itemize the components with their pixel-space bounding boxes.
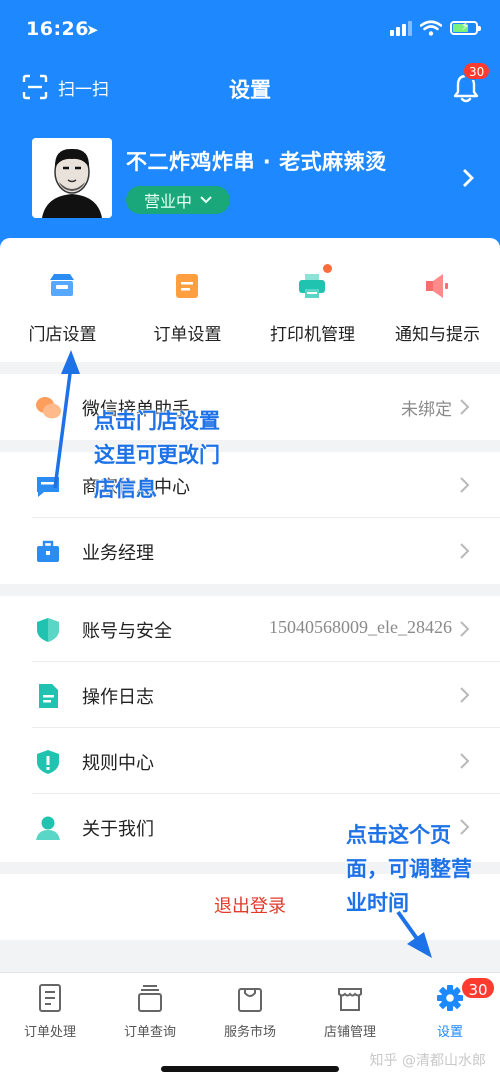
document-icon <box>39 684 58 708</box>
menu-group-account: 账号与安全 15040568009_ele_28426 操作日志 规则中心 关于… <box>0 596 500 862</box>
account-id: 15040568009_ele_28426 <box>269 617 452 637</box>
menu-group-wechat: 微信接单助手 未绑定 <box>0 374 500 440</box>
logout-button[interactable]: 退出登录 <box>0 874 500 940</box>
settings-tab-badge: 30 <box>460 976 496 1000</box>
menu-item-about-us[interactable]: 关于我们 <box>0 794 500 860</box>
store-name: 不二炸鸡炸串 · 老式麻辣烫 <box>126 150 387 174</box>
menu-item-account-security[interactable]: 账号与安全 15040568009_ele_28426 <box>0 596 500 662</box>
tab-order-query[interactable]: 订单查询 <box>100 983 200 1043</box>
status-bar: 16:26 ➤ ⚡ <box>0 14 500 48</box>
message-icon <box>37 477 59 497</box>
tab-label: 订单查询 <box>123 1025 176 1040</box>
store-profile[interactable]: 不二炸鸡炸串 · 老式麻辣烫 营业中 <box>0 138 500 222</box>
menu-item-operation-log[interactable]: 操作日志 <box>0 662 500 728</box>
store-status-dropdown[interactable]: 营业中 <box>126 186 230 214</box>
menu-item-label: 账号与安全 <box>82 621 172 642</box>
tab-label: 店铺管理 <box>323 1025 376 1040</box>
location-arrow-icon: ➤ <box>86 21 99 39</box>
page-title: 设置 <box>229 78 271 102</box>
menu-item-manager[interactable]: 业务经理 <box>0 518 500 584</box>
notification-badge: 30 <box>463 62 491 80</box>
storefront-icon <box>338 988 362 1011</box>
shopping-bag-icon <box>238 988 262 1012</box>
stack-icon <box>138 985 162 1012</box>
wechat-bind-status: 未绑定 <box>401 400 452 420</box>
shortcut-label: 门店设置 <box>28 325 97 345</box>
shortcut-label: 通知与提示 <box>395 325 480 345</box>
wifi-icon <box>420 20 442 36</box>
home-indicator <box>161 1066 339 1072</box>
speaker-icon <box>426 274 448 298</box>
menu-item-wechat[interactable]: 微信接单助手 未绑定 <box>0 374 500 440</box>
menu-group-merchant: 商家信息中心 业务经理 <box>0 452 500 584</box>
menu-item-label: 商家信息中心 <box>82 477 190 498</box>
chevron-down-icon <box>200 196 212 204</box>
menu-item-rules-center[interactable]: 规则中心 <box>0 728 500 794</box>
battery-icon: ⚡ <box>450 19 481 35</box>
printer-icon <box>299 274 325 298</box>
status-time: 16:26 <box>26 18 89 40</box>
chevron-right-icon <box>463 169 474 187</box>
watermark: 知乎 @清都山水郎 <box>369 1053 486 1069</box>
order-settings-icon <box>176 274 198 298</box>
chevron-right-icon <box>460 819 470 835</box>
chevron-right-icon <box>460 753 470 769</box>
store-status-label: 营业中 <box>143 192 192 211</box>
shortcut-panel: 门店设置 订单设置 打印机管理 通知与提示 <box>0 238 500 362</box>
menu-item-label: 微信接单助手 <box>82 399 190 420</box>
store-settings-icon <box>50 274 74 296</box>
shortcut-printer[interactable]: 打印机管理 <box>250 238 375 362</box>
chevron-right-icon <box>460 477 470 493</box>
tab-order-processing[interactable]: 订单处理 <box>0 983 100 1043</box>
menu-item-merchant-info[interactable]: 商家信息中心 <box>0 452 500 518</box>
wechat-chat-icon <box>36 397 61 419</box>
chevron-right-icon <box>460 399 470 415</box>
menu-item-label: 操作日志 <box>82 687 154 708</box>
store-avatar <box>32 138 112 218</box>
chevron-right-icon <box>460 621 470 637</box>
tab-label: 订单处理 <box>23 1025 76 1040</box>
menu-item-label: 业务经理 <box>82 543 154 564</box>
briefcase-icon <box>37 540 59 562</box>
chevron-right-icon <box>460 543 470 559</box>
shortcut-notifications[interactable]: 通知与提示 <box>375 238 500 362</box>
tab-store-management[interactable]: 店铺管理 <box>300 983 400 1043</box>
shortcut-store-settings[interactable]: 门店设置 <box>0 238 125 362</box>
cellular-signal-icon <box>390 20 412 36</box>
menu-item-label: 规则中心 <box>82 753 154 774</box>
user-icon <box>36 816 60 840</box>
shield-icon <box>37 618 59 642</box>
shortcut-label: 打印机管理 <box>270 325 355 345</box>
menu-item-label: 关于我们 <box>82 819 154 840</box>
tab-label: 设置 <box>436 1025 463 1040</box>
header: 16:26 ➤ ⚡ 扫一扫 设置 30 不二炸鸡炸串 · 老式麻辣烫 营业中 <box>0 0 500 262</box>
shield-alert-icon <box>37 750 59 774</box>
shortcut-label: 订单设置 <box>153 325 222 345</box>
chevron-right-icon <box>460 687 470 703</box>
tab-label: 服务市场 <box>223 1025 276 1040</box>
order-list-icon <box>39 984 61 1012</box>
shortcut-order-settings[interactable]: 订单设置 <box>125 238 250 362</box>
tab-service-market[interactable]: 服务市场 <box>200 983 300 1043</box>
printer-new-dot <box>323 264 332 273</box>
